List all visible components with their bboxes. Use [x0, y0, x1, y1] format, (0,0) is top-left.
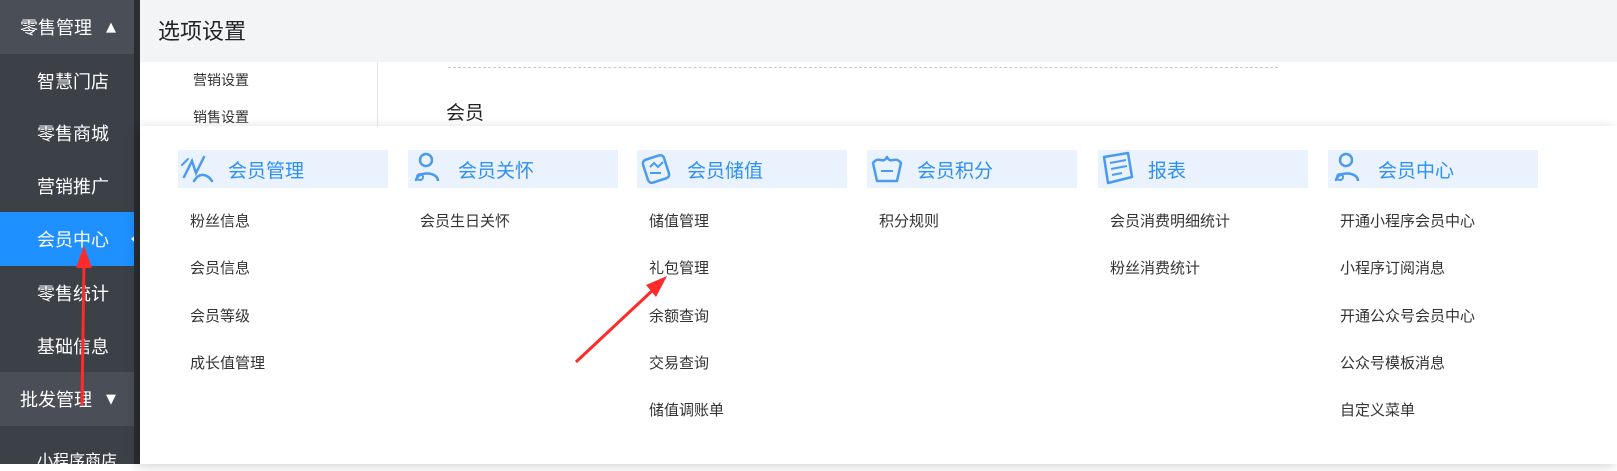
menu-column-title: 会员管理 — [228, 159, 305, 182]
sidebar-group-wholesale[interactable]: 批发管理 ▼ — [0, 372, 134, 426]
menu-item-balance-query[interactable]: 余额查询 — [649, 305, 709, 326]
menu-column-title: 会员储值 — [687, 159, 764, 182]
caret-down-icon: ▼ — [106, 391, 116, 407]
menu-item-gift-pack-manage[interactable]: 礼包管理 — [649, 257, 709, 278]
member-center-mega-menu: 会员管理 粉丝信息 会员信息 会员等级 成长值管理 会员关怀 会员生日关怀 会员… — [140, 126, 1617, 464]
menu-item-deposit-adjust[interactable]: 储值调账单 — [649, 399, 724, 420]
section-label: 会员 — [446, 102, 485, 124]
menu-item-custom-menu[interactable]: 自定义菜单 — [1340, 399, 1415, 420]
menu-item-open-official-center[interactable]: 开通公众号会员中心 — [1340, 305, 1475, 326]
caret-up-icon: ▲ — [106, 19, 116, 35]
sidebar-group-label: 零售管理 — [20, 18, 92, 39]
menu-column-header[interactable]: 会员储值 — [637, 150, 847, 188]
menu-item-fans-consumption-stats[interactable]: 粉丝消费统计 — [1110, 257, 1200, 278]
sidebar-item-basic-info[interactable]: 基础信息 — [0, 319, 134, 373]
menu-item-member-consumption-detail[interactable]: 会员消费明细统计 — [1110, 210, 1230, 231]
menu-item-miniprogram-subscribe-msg[interactable]: 小程序订阅消息 — [1340, 257, 1445, 278]
menu-column-header[interactable]: 会员管理 — [178, 150, 388, 188]
menu-item-birthday-care[interactable]: 会员生日关怀 — [420, 210, 510, 231]
divider — [448, 67, 1278, 68]
menu-item-member-level[interactable]: 会员等级 — [190, 305, 250, 326]
member-points-icon — [871, 155, 903, 183]
sidebar: 零售管理 ▲ 智慧门店 零售商城 营销推广 会员中心 零售统计 基础信息 批发管… — [0, 0, 140, 470]
menu-column-title: 报表 — [1148, 159, 1187, 182]
sidebar-item-marketing[interactable]: 营销推广 — [0, 159, 134, 213]
sidebar-item-retail-mall[interactable]: 零售商城 — [0, 106, 134, 160]
member-center-icon — [1334, 152, 1360, 182]
menu-column-title: 会员中心 — [1378, 159, 1455, 182]
sidebar-item-smart-store[interactable]: 智慧门店 — [0, 54, 134, 108]
menu-column-header[interactable]: 报表 — [1098, 150, 1308, 188]
member-manage-icon — [181, 155, 214, 183]
menu-item-deposit-manage[interactable]: 储值管理 — [649, 210, 709, 231]
sidebar-group-label: 批发管理 — [20, 390, 92, 411]
sidebar-item-member-center[interactable]: 会员中心 — [0, 212, 140, 266]
menu-item-member-info[interactable]: 会员信息 — [190, 257, 250, 278]
sidebar-item-retail-stats[interactable]: 零售统计 — [0, 266, 134, 320]
menu-column-title: 会员积分 — [917, 159, 994, 182]
menu-column-header[interactable]: 会员关怀 — [408, 150, 618, 188]
page-header: 选项设置 — [140, 0, 1617, 62]
sidebar-group-retail[interactable]: 零售管理 ▲ — [0, 0, 134, 54]
menu-item-open-miniprogram-center[interactable]: 开通小程序会员中心 — [1340, 210, 1475, 231]
sidebar-item-partial[interactable]: 小程序商店 — [0, 447, 134, 470]
menu-item-points-rules[interactable]: 积分规则 — [879, 210, 939, 231]
menu-column-header[interactable]: 会员积分 — [867, 150, 1077, 188]
menu-item-transaction-query[interactable]: 交易查询 — [649, 352, 709, 373]
subnav-item-sales-settings[interactable]: 销售设置 — [193, 107, 249, 127]
member-deposit-icon — [641, 153, 671, 185]
menu-column-header[interactable]: 会员中心 — [1328, 150, 1538, 188]
report-icon — [1102, 151, 1134, 185]
page-title: 选项设置 — [158, 20, 247, 45]
subnav-item-marketing-settings[interactable]: 营销设置 — [193, 70, 249, 90]
menu-item-fans-info[interactable]: 粉丝信息 — [190, 210, 250, 231]
menu-column-title: 会员关怀 — [458, 159, 535, 182]
menu-item-growth-value[interactable]: 成长值管理 — [190, 352, 265, 373]
menu-item-official-template-msg[interactable]: 公众号模板消息 — [1340, 352, 1445, 373]
member-care-icon — [414, 152, 440, 182]
